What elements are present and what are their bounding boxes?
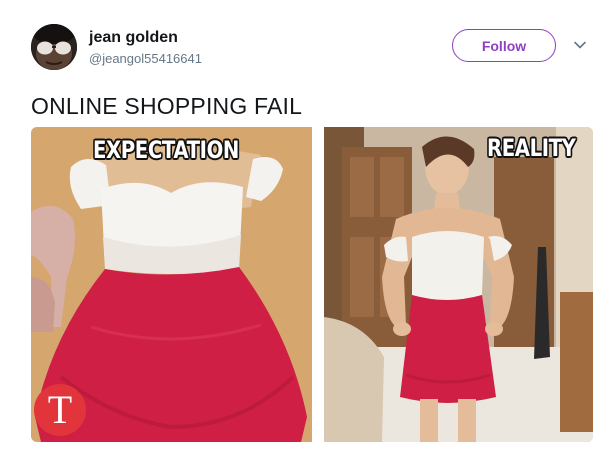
avatar[interactable] [31, 24, 77, 70]
expectation-image[interactable]: EXPECTATION T [31, 127, 312, 442]
tweet-text: ONLINE SHOPPING FAIL [31, 93, 303, 119]
chevron-down-icon[interactable] [572, 37, 588, 53]
reality-image[interactable]: REALITY [324, 127, 593, 442]
user-handle[interactable]: @jeangol55416641 [89, 50, 202, 68]
expectation-caption: EXPECTATION [93, 136, 239, 164]
author-block: jean golden @jeangol55416641 [89, 28, 202, 68]
brand-logo: T [34, 384, 86, 436]
follow-button[interactable]: Follow [452, 29, 556, 62]
reality-caption: REALITY [487, 134, 576, 162]
tweet-media[interactable]: EXPECTATION T REALITY [31, 127, 593, 442]
display-name[interactable]: jean golden [89, 28, 202, 48]
tweet: jean golden @jeangol55416641 Follow ONLI… [0, 0, 614, 453]
avatar-sunglasses-icon [31, 24, 77, 70]
